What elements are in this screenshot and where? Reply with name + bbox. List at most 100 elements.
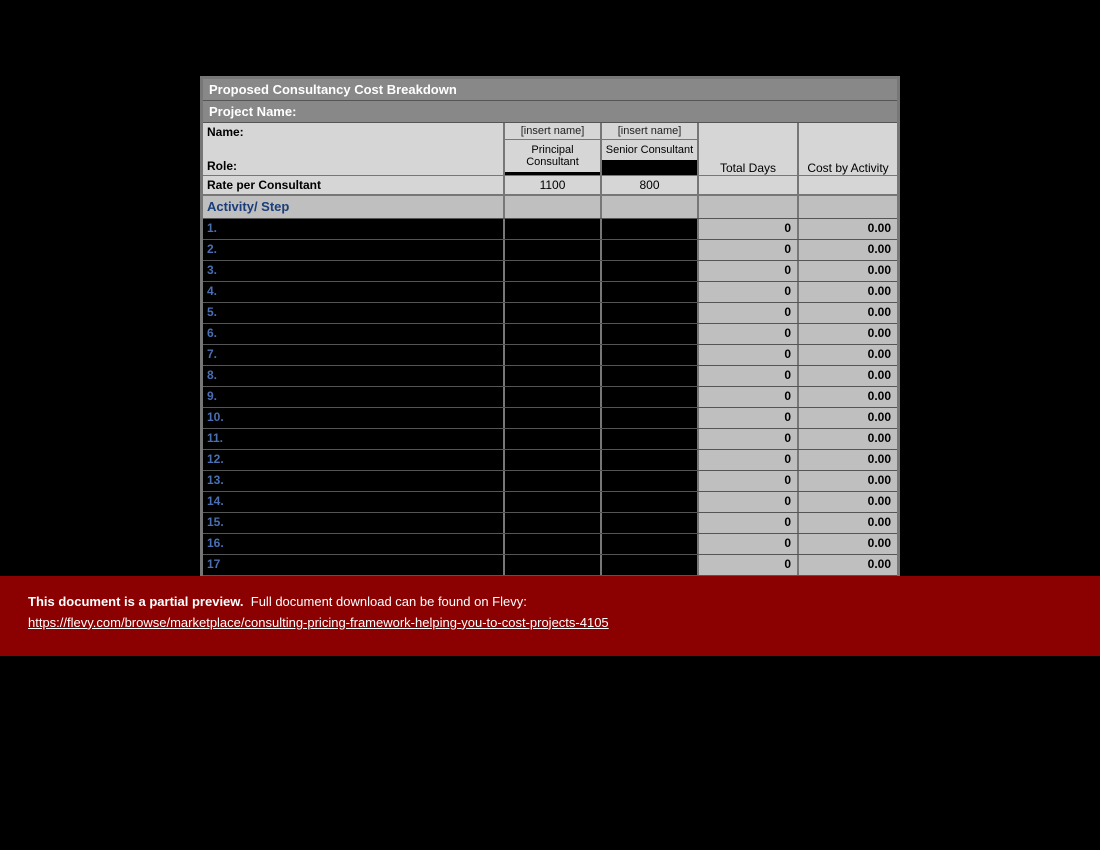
step-label[interactable]: 12. xyxy=(203,450,503,470)
days-input-a[interactable] xyxy=(503,240,600,260)
step-label[interactable]: 16. xyxy=(203,534,503,554)
days-input-b[interactable] xyxy=(600,387,697,407)
step-label[interactable]: 9. xyxy=(203,387,503,407)
data-row: 5.00.00 xyxy=(203,302,897,323)
days-input-b[interactable] xyxy=(600,324,697,344)
cost-cell: 0.00 xyxy=(797,492,897,512)
total-days-cell: 0 xyxy=(697,282,797,302)
activity-cost-blank xyxy=(797,196,897,218)
data-row: 3.00.00 xyxy=(203,260,897,281)
cost-cell: 0.00 xyxy=(797,324,897,344)
step-label[interactable]: 8. xyxy=(203,366,503,386)
activity-header-row: Activity/ Step xyxy=(203,194,897,218)
days-input-a[interactable] xyxy=(503,324,600,344)
days-input-b[interactable] xyxy=(600,450,697,470)
data-row: 9.00.00 xyxy=(203,386,897,407)
step-label[interactable]: 10. xyxy=(203,408,503,428)
rate-total-blank xyxy=(697,176,797,194)
days-input-a[interactable] xyxy=(503,534,600,554)
days-input-b[interactable] xyxy=(600,261,697,281)
activity-col-a-blank xyxy=(503,196,600,218)
cost-by-activity-header: Cost by Activity xyxy=(797,123,897,175)
days-input-b[interactable] xyxy=(600,492,697,512)
days-input-b[interactable] xyxy=(600,471,697,491)
days-input-a[interactable] xyxy=(503,261,600,281)
days-input-a[interactable] xyxy=(503,303,600,323)
cost-cell: 0.00 xyxy=(797,240,897,260)
total-days-cell: 0 xyxy=(697,219,797,239)
step-label[interactable]: 15. xyxy=(203,513,503,533)
step-label[interactable]: 4. xyxy=(203,282,503,302)
days-input-a[interactable] xyxy=(503,282,600,302)
data-row: 15. 00.00 xyxy=(203,512,897,533)
days-input-b[interactable] xyxy=(600,408,697,428)
cost-cell: 0.00 xyxy=(797,282,897,302)
days-input-a[interactable] xyxy=(503,219,600,239)
days-input-a[interactable] xyxy=(503,471,600,491)
total-days-cell: 0 xyxy=(697,492,797,512)
days-input-b[interactable] xyxy=(600,366,697,386)
preview-overlay: This document is a partial preview. Full… xyxy=(0,576,1100,656)
consultant-0-name[interactable]: [insert name] xyxy=(505,123,600,140)
rate-row: Rate per Consultant 1100 800 xyxy=(203,175,897,194)
days-input-a[interactable] xyxy=(503,408,600,428)
sheet-title: Proposed Consultancy Cost Breakdown xyxy=(203,79,897,101)
data-row: 1. 00.00 xyxy=(203,218,897,239)
days-input-a[interactable] xyxy=(503,345,600,365)
step-label[interactable]: 1. xyxy=(203,219,503,239)
step-label[interactable]: 7. xyxy=(203,345,503,365)
days-input-b[interactable] xyxy=(600,513,697,533)
cost-cell: 0.00 xyxy=(797,513,897,533)
days-input-b[interactable] xyxy=(600,219,697,239)
cost-cell: 0.00 xyxy=(797,429,897,449)
consultant-1-role: Senior Consultant xyxy=(602,140,697,160)
data-row: 11. 00.00 xyxy=(203,428,897,449)
cost-breakdown-sheet: Proposed Consultancy Cost Breakdown Proj… xyxy=(200,76,900,600)
total-days-cell: 0 xyxy=(697,513,797,533)
total-days-cell: 0 xyxy=(697,408,797,428)
step-label[interactable]: 2. xyxy=(203,240,503,260)
data-row: 7. 00.00 xyxy=(203,344,897,365)
cost-cell: 0.00 xyxy=(797,219,897,239)
total-days-cell: 0 xyxy=(697,366,797,386)
cost-cell: 0.00 xyxy=(797,408,897,428)
total-days-cell: 0 xyxy=(697,555,797,575)
step-label[interactable]: 14. xyxy=(203,492,503,512)
days-input-b[interactable] xyxy=(600,345,697,365)
total-days-cell: 0 xyxy=(697,387,797,407)
data-rows: 1.00.002.00.003.00.004.00.005.00.006.00.… xyxy=(203,218,897,575)
step-label[interactable]: 3. xyxy=(203,261,503,281)
days-input-a[interactable] xyxy=(503,450,600,470)
days-input-b[interactable] xyxy=(600,555,697,575)
step-label[interactable]: 5. xyxy=(203,303,503,323)
consultant-0-role: Principal Consultant xyxy=(505,140,600,172)
step-label[interactable]: 11. xyxy=(203,429,503,449)
days-input-a[interactable] xyxy=(503,555,600,575)
days-input-b[interactable] xyxy=(600,429,697,449)
days-input-a[interactable] xyxy=(503,492,600,512)
days-input-a[interactable] xyxy=(503,429,600,449)
total-days-cell: 0 xyxy=(697,303,797,323)
days-input-b[interactable] xyxy=(600,534,697,554)
cost-cell: 0.00 xyxy=(797,345,897,365)
consultant-1-name[interactable]: [insert name] xyxy=(602,123,697,140)
rate-label: Rate per Consultant xyxy=(203,176,503,194)
name-label: Name: xyxy=(207,125,499,139)
overlay-link[interactable]: https://flevy.com/browse/marketplace/con… xyxy=(28,615,609,630)
cost-cell: 0.00 xyxy=(797,555,897,575)
consultant-0-rate[interactable]: 1100 xyxy=(503,176,600,194)
days-input-b[interactable] xyxy=(600,240,697,260)
days-input-b[interactable] xyxy=(600,303,697,323)
total-days-cell: 0 xyxy=(697,345,797,365)
data-row: 2. 00.00 xyxy=(203,239,897,260)
total-days-cell: 0 xyxy=(697,429,797,449)
consultant-1-rate[interactable]: 800 xyxy=(600,176,697,194)
step-label[interactable]: 6. xyxy=(203,324,503,344)
days-input-b[interactable] xyxy=(600,282,697,302)
total-days-cell: 0 xyxy=(697,240,797,260)
days-input-a[interactable] xyxy=(503,513,600,533)
step-label[interactable]: 13. xyxy=(203,471,503,491)
step-label[interactable]: 17 xyxy=(203,555,503,575)
days-input-a[interactable] xyxy=(503,366,600,386)
days-input-a[interactable] xyxy=(503,387,600,407)
